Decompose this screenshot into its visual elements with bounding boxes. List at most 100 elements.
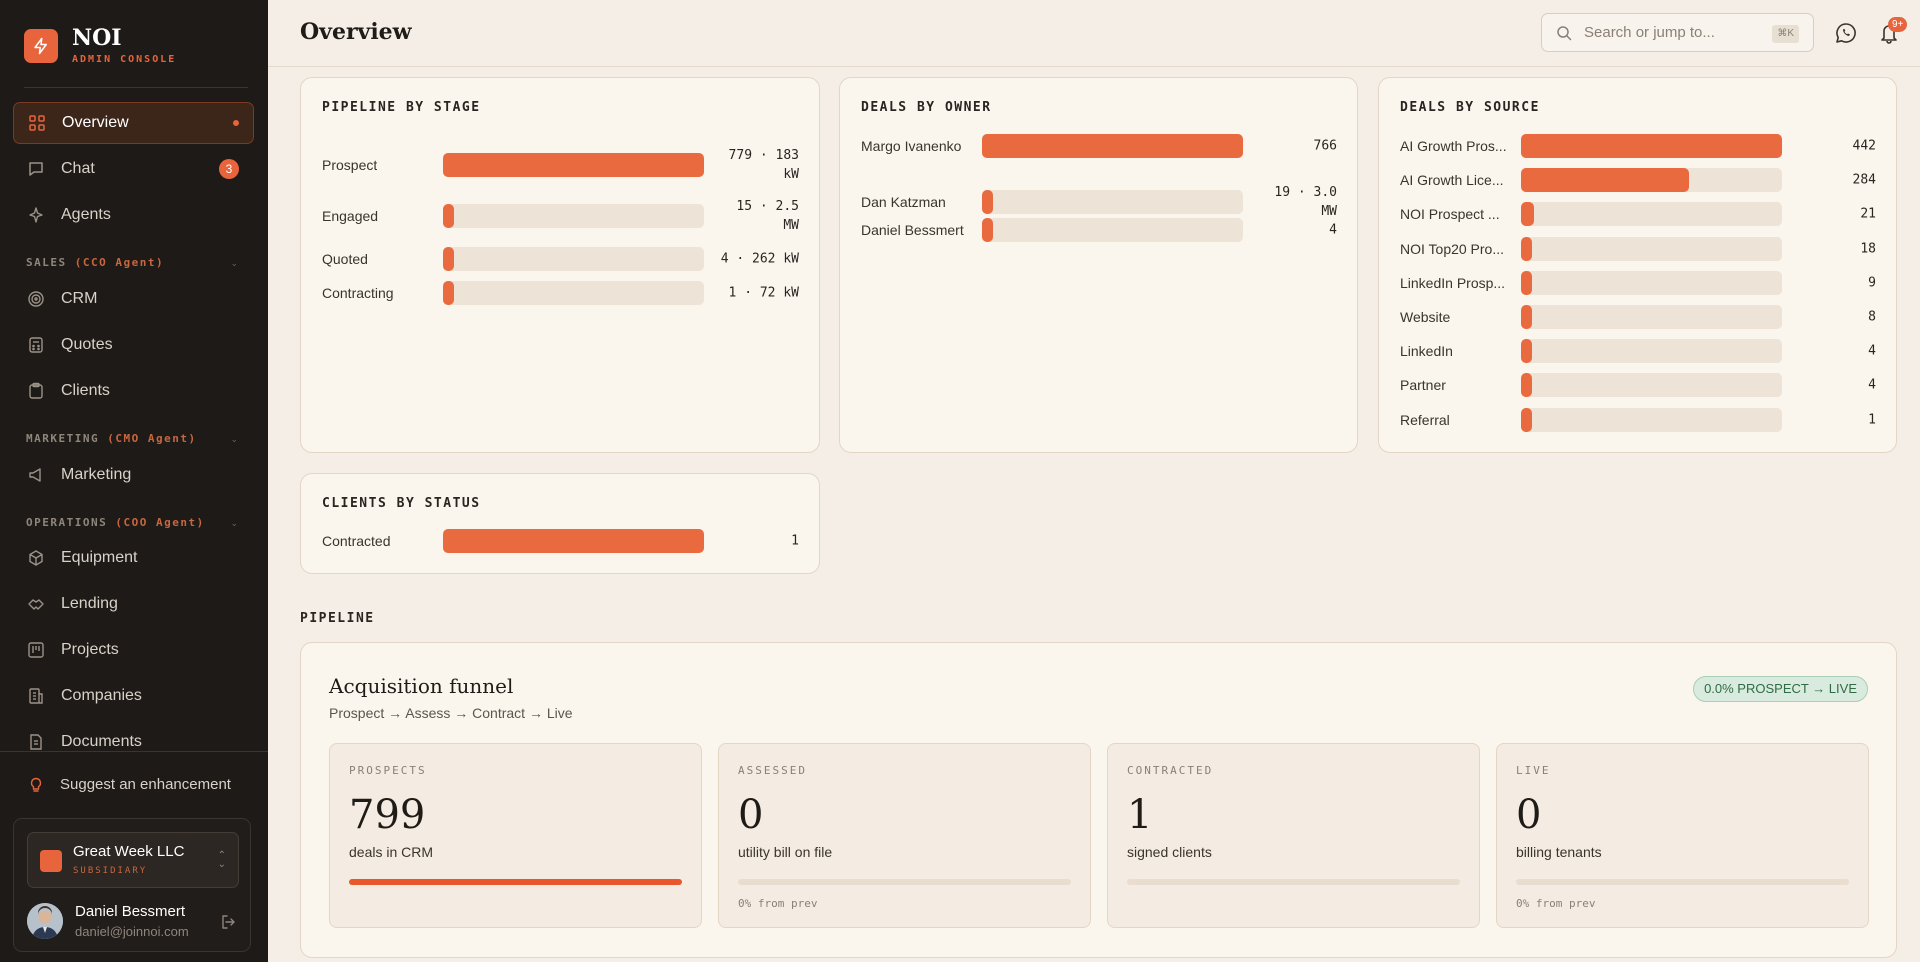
clipboard-icon <box>27 382 45 400</box>
search-placeholder: Search or jump to... <box>1584 24 1715 41</box>
sidebar-item-marketing[interactable]: Marketing <box>13 454 254 496</box>
bar-label: Referral <box>1400 411 1450 428</box>
bar-fill <box>982 134 1243 158</box>
sidebar-item-agents[interactable]: Agents <box>13 194 254 236</box>
sidebar-item-quotes[interactable]: Quotes <box>13 324 254 366</box>
bar-track <box>443 281 704 305</box>
stage-description: utility bill on file <box>738 844 833 860</box>
chevron-down-icon[interactable]: ⌄ <box>230 434 238 445</box>
chevron-updown-icon: ⌃ ⌄ <box>217 850 226 870</box>
bar-value: 19 · 3.0 MW <box>1274 185 1337 219</box>
sidebar-item-overview[interactable]: Overview <box>13 102 254 144</box>
section-sales[interactable]: SALES (CCO Agent) <box>26 256 164 269</box>
bar-row[interactable]: Referral 1 <box>1400 407 1876 433</box>
bar-label: Contracted <box>322 533 391 549</box>
bar-row[interactable]: Dan Katzman 19 · 3.0 MW <box>861 185 1337 219</box>
sidebar-item-label: Quotes <box>61 336 113 353</box>
bar-row[interactable]: AI Growth Lice... 284 <box>1400 167 1876 193</box>
bar-value: 21 <box>1860 206 1876 222</box>
funnel-stage-contracted[interactable]: CONTRACTED 1 signed clients <box>1107 743 1480 928</box>
sidebar-item-documents[interactable]: Documents <box>13 721 254 763</box>
bar-row[interactable]: Contracting 1 · 72 kW <box>322 280 799 306</box>
funnel-stage-live[interactable]: LIVE 0 billing tenants 0% from prev <box>1496 743 1869 928</box>
sidebar-item-equipment[interactable]: Equipment <box>13 537 254 579</box>
bar-track <box>982 190 1243 214</box>
bar-label: Contracting <box>322 285 394 301</box>
suggest-label: Suggest an enhancement <box>60 776 231 793</box>
stage-footnote: 0% from prev <box>1516 897 1596 910</box>
stage-footnote: 0% from prev <box>738 897 818 910</box>
megaphone-icon <box>27 466 45 484</box>
bar-fill <box>1521 202 1534 227</box>
bar-row[interactable]: AI Growth Pros... 442 <box>1400 133 1876 159</box>
sidebar-item-crm[interactable]: CRM <box>13 278 254 320</box>
bar-row[interactable]: LinkedIn Prosp... 9 <box>1400 270 1876 296</box>
bar-track <box>1521 168 1782 193</box>
topbar: Overview Search or jump to... ⌘K 9+ <box>268 0 1920 67</box>
chevron-down-icon[interactable]: ⌄ <box>230 518 238 529</box>
section-operations[interactable]: OPERATIONS (COO Agent) <box>26 516 205 529</box>
stage-progress-fill <box>349 879 682 885</box>
avatar[interactable] <box>27 903 63 939</box>
bar-row[interactable]: NOI Top20 Pro... 18 <box>1400 236 1876 262</box>
bar-row[interactable]: Website 8 <box>1400 304 1876 330</box>
sidebar-item-projects[interactable]: Projects <box>13 629 254 671</box>
divider <box>0 751 268 752</box>
bar-row[interactable]: Engaged 15 · 2.5 MW <box>322 199 799 233</box>
bar-track <box>443 153 704 177</box>
bar-track <box>1521 202 1782 227</box>
bar-value: 766 <box>1313 138 1337 154</box>
bar-value: 15 · 2.5 MW <box>736 199 799 233</box>
suggest-enhancement-link[interactable]: Suggest an enhancement <box>28 776 231 793</box>
bar-row[interactable]: NOI Prospect ... 21 <box>1400 201 1876 227</box>
bar-fill <box>982 190 993 214</box>
bar-track <box>1521 407 1782 432</box>
company-name: Great Week LLC <box>73 843 185 860</box>
bar-row[interactable]: Partner 4 <box>1400 372 1876 398</box>
bar-row[interactable]: Contracted 1 <box>322 528 799 554</box>
stage-label: CONTRACTED <box>1127 764 1214 777</box>
company-switcher[interactable]: Great Week LLC SUBSIDIARY ⌃ ⌄ <box>27 832 239 888</box>
acquisition-funnel-card: Acquisition funnel Prospect → Assess → C… <box>300 642 1897 958</box>
bar-row[interactable]: Prospect 779 · 183 kW <box>322 148 799 182</box>
divider <box>24 87 248 88</box>
bar-label: AI Growth Pros... <box>1400 138 1507 154</box>
card-title: PIPELINE BY STAGE <box>322 100 481 115</box>
lightbulb-icon <box>30 777 42 792</box>
funnel-stage-prospects[interactable]: PROSPECTS 799 deals in CRM <box>329 743 702 928</box>
bar-track <box>1521 236 1782 261</box>
sidebar-item-clients[interactable]: Clients <box>13 370 254 412</box>
sidebar-item-label: Marketing <box>61 466 132 483</box>
bar-value: 9 <box>1868 275 1876 291</box>
brand[interactable]: NOI ADMIN CONSOLE <box>24 26 176 65</box>
whatsapp-icon[interactable] <box>1835 22 1857 44</box>
funnel-stage-assessed[interactable]: ASSESSED 0 utility bill on file 0% from … <box>718 743 1091 928</box>
shortcut-hint: ⌘K <box>1772 25 1799 43</box>
bolt-icon <box>24 28 58 63</box>
bar-label: LinkedIn <box>1400 343 1453 360</box>
company-logo <box>40 850 62 872</box>
sidebar-item-label: Documents <box>61 733 142 750</box>
sidebar-item-label: Overview <box>62 114 129 131</box>
sidebar-item-label: Chat <box>61 160 95 177</box>
bar-row[interactable]: Margo Ivanenko 766 <box>861 133 1337 159</box>
bar-fill <box>443 529 704 553</box>
box-icon <box>27 549 45 567</box>
sidebar-item-chat[interactable]: Chat 3 <box>13 148 254 190</box>
grid-icon <box>28 114 46 132</box>
bar-fill <box>1521 134 1782 158</box>
section-marketing[interactable]: MARKETING (CMO Agent) <box>26 432 197 445</box>
sidebar-item-lending[interactable]: Lending <box>13 583 254 625</box>
sparkle-icon <box>27 206 45 224</box>
bar-row[interactable]: LinkedIn 4 <box>1400 338 1876 364</box>
bar-row[interactable]: Daniel Bessmert 4 <box>861 217 1337 243</box>
card-title: DEALS BY OWNER <box>861 100 992 115</box>
bar-row[interactable]: Quoted 4 · 262 kW <box>322 246 799 272</box>
chevron-down-icon[interactable]: ⌄ <box>230 258 238 269</box>
sidebar-item-companies[interactable]: Companies <box>13 675 254 717</box>
logout-icon[interactable] <box>220 913 238 931</box>
search-input[interactable]: Search or jump to... ⌘K <box>1541 13 1814 52</box>
bar-track <box>443 247 704 271</box>
notification-badge: 9+ <box>1888 17 1908 32</box>
brand-subtitle: ADMIN CONSOLE <box>72 54 177 65</box>
